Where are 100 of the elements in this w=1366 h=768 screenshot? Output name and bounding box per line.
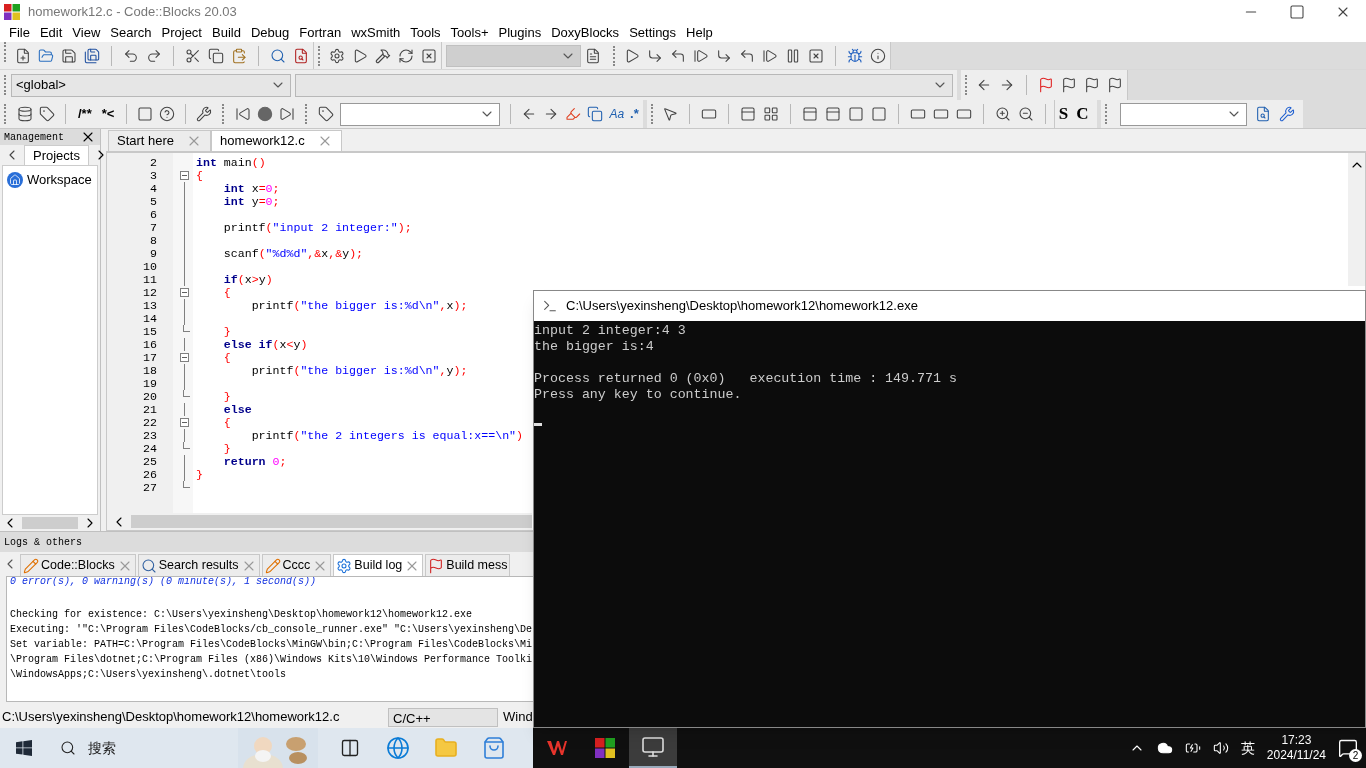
regex-button[interactable]: .* (630, 104, 639, 124)
menu-item[interactable]: Edit (34, 23, 68, 43)
help-icon[interactable] (159, 106, 176, 122)
wrench-icon[interactable] (196, 106, 213, 122)
tree-item[interactable]: Workspace (27, 170, 92, 190)
info-icon[interactable] (870, 47, 886, 64)
fold-toggle[interactable] (179, 288, 189, 297)
cut-icon[interactable] (185, 47, 201, 64)
menu-item[interactable]: Plugins (493, 23, 547, 43)
grid-icon[interactable] (762, 106, 779, 122)
zoom-out-icon[interactable] (1017, 106, 1034, 122)
menu-item[interactable]: wxSmith (346, 23, 406, 43)
menu-item[interactable]: Tools+ (445, 23, 494, 43)
horizontal-scrollbar[interactable] (107, 513, 532, 530)
menu-item[interactable]: Debug (245, 23, 295, 43)
save-icon[interactable] (61, 47, 77, 64)
wrench-icon[interactable] (1278, 106, 1295, 122)
four-squares-icon[interactable] (593, 736, 617, 760)
log-tab[interactable]: Cccc (261, 554, 332, 576)
style-toolbar-button[interactable]: C (1072, 101, 1093, 127)
next-instruction-icon[interactable] (762, 47, 778, 64)
refresh-icon[interactable] (398, 47, 414, 64)
battery-icon[interactable] (1184, 740, 1201, 756)
clock[interactable]: 17:23 2024/11/24 (1266, 733, 1326, 763)
store-icon[interactable] (482, 736, 506, 760)
comment-toolbar-button[interactable]: *< (99, 104, 117, 124)
start-icon[interactable] (16, 740, 32, 756)
skip-forward-icon[interactable] (279, 106, 296, 122)
fold-toggle[interactable] (179, 171, 189, 180)
panel-icon[interactable] (801, 106, 818, 122)
stop-icon[interactable] (808, 47, 824, 64)
fold-toggle[interactable] (179, 353, 189, 362)
flag-icon[interactable] (1084, 77, 1100, 93)
browser-icon[interactable] (386, 736, 410, 760)
log-tab[interactable]: Search results (137, 554, 260, 576)
find-file-icon[interactable] (1254, 106, 1271, 122)
file-plus-icon[interactable] (15, 47, 31, 64)
cloud-icon[interactable] (1156, 740, 1173, 756)
tag-icon[interactable] (39, 106, 55, 122)
play-icon[interactable] (624, 47, 640, 64)
maximize-icon[interactable] (1289, 4, 1305, 20)
square-icon[interactable] (137, 106, 154, 122)
step-into-icon[interactable] (716, 47, 732, 64)
menu-item[interactable]: File (4, 23, 35, 43)
skip-back-icon[interactable] (235, 106, 252, 122)
speaker-icon[interactable] (1212, 740, 1229, 756)
step-forward-icon[interactable] (693, 47, 709, 64)
input-method[interactable]: 英 (1240, 737, 1255, 759)
menu-item[interactable]: Project (156, 23, 207, 43)
copy-icon[interactable] (587, 106, 604, 122)
gear-icon[interactable] (329, 47, 345, 64)
rectangle-icon[interactable] (932, 106, 949, 122)
flag-icon[interactable] (1038, 77, 1054, 93)
log-tab[interactable]: Build log (333, 554, 424, 576)
comment-toolbar-button[interactable]: /** (76, 104, 94, 124)
copy-icon[interactable] (208, 47, 224, 64)
square-icon[interactable] (870, 106, 887, 122)
editor-tab[interactable]: Start here (108, 130, 212, 151)
panel-icon[interactable] (824, 106, 841, 122)
panel-tab[interactable]: Projects (24, 144, 89, 166)
style-toolbar-button[interactable]: S (1054, 101, 1073, 127)
console-window-icon[interactable] (641, 735, 665, 759)
document-icon[interactable] (585, 47, 601, 64)
flag-icon[interactable] (1061, 77, 1077, 93)
undo-icon[interactable] (123, 47, 139, 64)
log-tab[interactable]: Code::Blocks (20, 554, 136, 576)
fold-toggle[interactable] (179, 418, 189, 427)
zoom-in-icon[interactable] (994, 106, 1011, 122)
match-case-button[interactable]: Aa (609, 105, 625, 123)
menu-item[interactable]: Help (681, 23, 718, 43)
panel-icon[interactable] (739, 106, 756, 122)
tag-icon[interactable] (318, 106, 335, 122)
flag-icon[interactable] (1107, 77, 1123, 93)
pause-icon[interactable] (785, 47, 801, 64)
menu-item[interactable]: Build (207, 23, 246, 43)
step-icon[interactable] (647, 47, 663, 64)
vertical-scrollbar[interactable] (1348, 153, 1365, 286)
paste-icon[interactable] (231, 47, 247, 64)
search-icon[interactable] (270, 47, 286, 64)
step-out-icon[interactable] (739, 47, 755, 64)
menu-item[interactable]: Search (105, 23, 157, 43)
menu-item[interactable]: Fortran (294, 23, 347, 43)
editor-tab[interactable]: homework12.c (211, 130, 342, 151)
bug-icon[interactable] (847, 47, 863, 64)
dot-icon[interactable] (257, 106, 274, 122)
save-all-icon[interactable] (84, 47, 100, 64)
log-tab[interactable]: Build mess (425, 554, 511, 576)
square-icon[interactable] (847, 106, 864, 122)
stop-icon[interactable] (421, 47, 437, 64)
menu-item[interactable]: Settings (624, 23, 682, 43)
rectangle-icon[interactable] (955, 106, 972, 122)
menu-item[interactable]: Tools (405, 23, 446, 43)
menu-item[interactable]: DoxyBlocks (546, 23, 625, 43)
step-back-icon[interactable] (670, 47, 686, 64)
hammer-icon[interactable] (375, 47, 391, 64)
menu-item[interactable]: View (67, 23, 106, 43)
folder-icon[interactable] (38, 47, 54, 64)
find-file-icon[interactable] (293, 47, 309, 64)
highlighter-icon[interactable] (565, 106, 582, 122)
rectangle-icon[interactable] (700, 106, 717, 122)
